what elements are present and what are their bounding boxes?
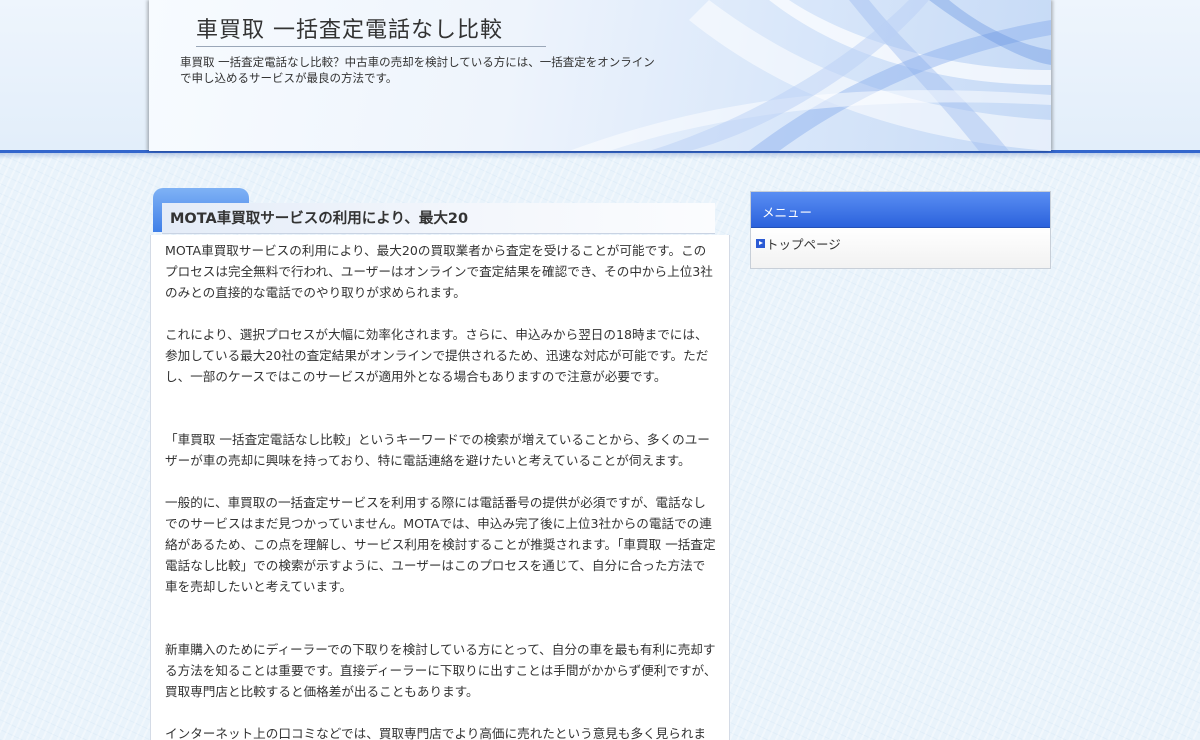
paragraph-2: これにより、選択プロセスが大幅に効率化されます。さらに、申込みから翌日の18時ま… [165, 327, 709, 384]
paragraph-4: 一般的に、車買取の一括査定サービスを利用する際には電話番号の提供が必須ですが、電… [165, 495, 716, 594]
site-description: 車買取 一括査定電話なし比較？中古車の売却を検討している方には、一括査定をオンラ… [180, 55, 655, 85]
sidebar-menu: メニュー トップページ [750, 191, 1051, 269]
paragraph-3: 「車買取 一括査定電話なし比較」というキーワードでの検索が増えていることから、多… [165, 432, 710, 468]
article-title: MOTA車買取サービスの利用により、最大20 [170, 211, 469, 227]
article-header: MOTA車買取サービスの利用により、最大20 [162, 203, 715, 234]
menu-item-top-page[interactable]: トップページ [756, 234, 841, 253]
sidebar-body: トップページ [751, 228, 1050, 268]
sidebar-header: メニュー [751, 192, 1050, 228]
top-band-shadow [0, 153, 1200, 159]
site-title[interactable]: 車買取 一括査定電話なし比較 [196, 12, 546, 47]
article-body: MOTA車買取サービスの利用により、最大20の買取業者から査定を受けることが可能… [150, 235, 730, 740]
paragraph-5: 新車購入のためにディーラーでの下取りを検討している方にとって、自分の車を最も有利… [165, 642, 717, 699]
site-header: 車買取 一括査定電話なし比較 車買取 一括査定電話なし比較？中古車の売却を検討し… [149, 0, 1051, 151]
arrow-icon [756, 239, 765, 248]
sidebar-heading: メニュー [762, 205, 813, 220]
paragraph-6: インターネット上の口コミなどでは、買取専門店でより高価に売れたという意見も多く見… [165, 726, 707, 740]
menu-item-label: トップページ [766, 237, 841, 252]
paragraph-1: MOTA車買取サービスの利用により、最大20の買取業者から査定を受けることが可能… [165, 243, 713, 300]
